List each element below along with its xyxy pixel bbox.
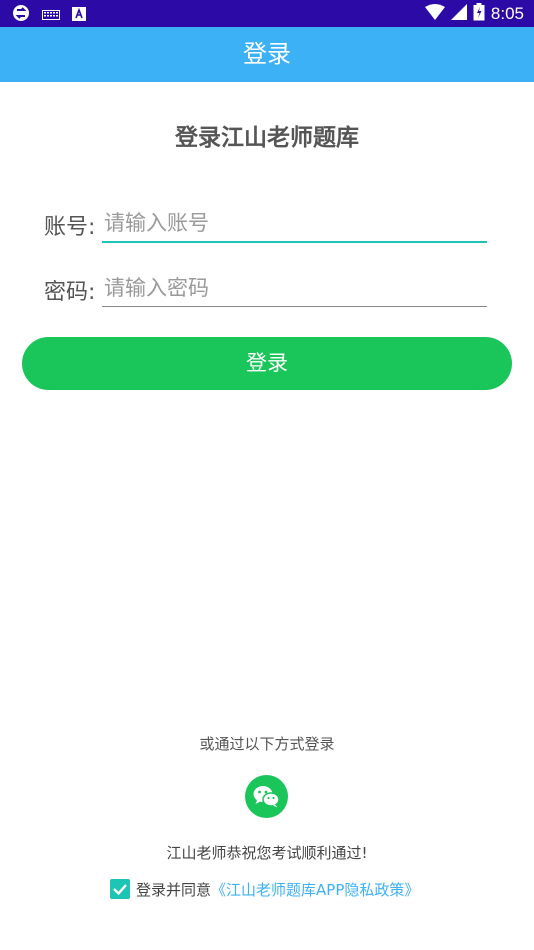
privacy-policy-link[interactable]: 《江山老师题库APP隐私政策》 <box>211 879 419 900</box>
alt-login-text: 或通过以下方式登录 <box>199 735 335 753</box>
account-row: 账号: <box>44 205 487 245</box>
keyboard-icon <box>42 6 60 25</box>
password-input[interactable] <box>102 270 487 307</box>
status-right-icons: 8:05 <box>424 3 524 25</box>
app-bar-title: 登录 <box>243 40 291 68</box>
agree-checkbox[interactable] <box>110 879 130 899</box>
wish-text: 江山老师恭祝您考试顺利通过! <box>166 844 368 862</box>
page-title: 登录江山老师题库 <box>175 125 359 151</box>
agree-text: 登录并同意 <box>136 880 212 899</box>
status-bar: 8:05 <box>0 0 534 27</box>
password-label: 密码: <box>44 280 96 305</box>
battery-icon <box>473 3 485 25</box>
wifi-icon <box>424 4 445 24</box>
sync-icon <box>12 4 30 26</box>
status-left-icons <box>12 4 86 26</box>
account-input[interactable] <box>102 205 487 243</box>
account-label: 账号: <box>44 215 96 240</box>
app-bar: 登录 <box>0 27 534 82</box>
password-row: 密码: <box>44 270 487 310</box>
agreement-row: 登录并同意 《江山老师题库APP隐私政策》 <box>110 877 419 901</box>
wechat-login-button[interactable] <box>245 775 288 818</box>
login-button[interactable]: 登录 <box>22 337 512 390</box>
status-time: 8:05 <box>490 4 524 23</box>
text-icon <box>72 6 86 25</box>
signal-icon <box>450 4 467 24</box>
